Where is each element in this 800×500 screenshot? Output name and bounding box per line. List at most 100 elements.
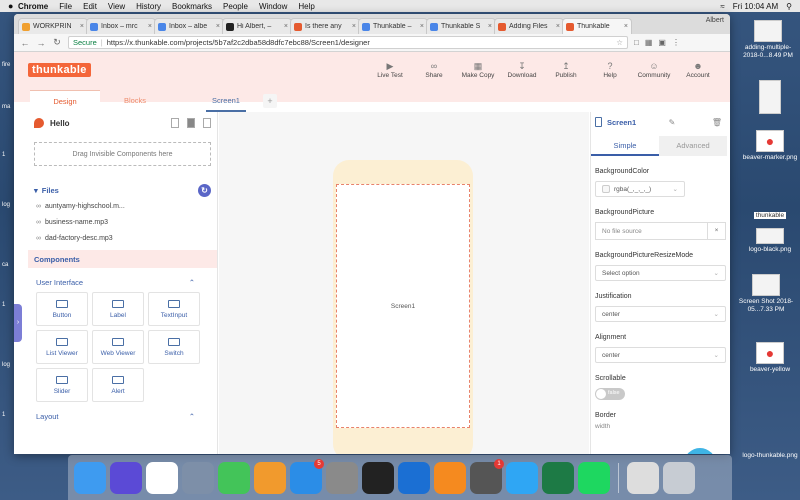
dock-app-store-icon[interactable]: 5 (290, 458, 324, 494)
menu-window[interactable]: Window (259, 2, 287, 11)
forward-icon[interactable]: → (36, 38, 46, 48)
wifi-icon[interactable]: ≈ (720, 2, 724, 11)
close-icon[interactable]: × (80, 23, 84, 30)
color-picker[interactable]: rgba(_,_,_,_) ⌄ (595, 181, 685, 197)
files-header[interactable]: ▾ Files ↻ (28, 182, 217, 198)
dock-finder-icon[interactable] (74, 461, 106, 494)
resize-mode-select[interactable]: Select option ⌄ (595, 265, 726, 281)
account-button[interactable]: ☻ Account (676, 60, 720, 79)
publish-button[interactable]: ↥ Publish (544, 60, 588, 79)
phone-icon[interactable] (187, 118, 195, 128)
tab-design[interactable]: Design (30, 90, 100, 112)
menu-view[interactable]: View (108, 2, 125, 11)
tablet-icon[interactable] (171, 118, 179, 128)
screen-preview[interactable]: Screen1 (336, 184, 470, 428)
trash-icon[interactable]: 🗑 (712, 118, 722, 127)
desktop-file-small[interactable] (755, 80, 785, 116)
category-user-interface[interactable]: User Interface ⌃ (28, 272, 217, 292)
tab-screen1[interactable]: Screen1 (206, 90, 246, 112)
close-icon[interactable]: × (148, 23, 152, 30)
browser-tab[interactable]: Inbox – mrc × (86, 18, 156, 34)
dock-excel-icon[interactable] (542, 461, 574, 494)
reload-icon[interactable]: ↻ (52, 37, 62, 48)
extension-icon[interactable]: ▦ (645, 38, 653, 47)
thunkable-logo[interactable]: thunkable (28, 63, 91, 77)
dock-system-preferences-icon[interactable] (326, 461, 358, 494)
alignment-select[interactable]: center ⌄ (595, 347, 726, 363)
address-bar[interactable]: Secure | https://x.thunkable.com/project… (68, 36, 628, 49)
menu-people[interactable]: People (223, 2, 248, 11)
clear-icon[interactable]: × (707, 222, 725, 240)
component-alert[interactable]: Alert (92, 368, 144, 402)
browser-tab[interactable]: Thunkable S × (426, 18, 496, 34)
spotlight-icon[interactable]: ⚲ (786, 2, 792, 11)
menu-dots-icon[interactable]: ⋮ (672, 38, 680, 47)
component-textinput[interactable]: TextInput (148, 292, 200, 326)
share-button[interactable]: ∞ Share (412, 60, 456, 79)
menu-chrome[interactable]: Chrome (18, 2, 48, 11)
close-icon[interactable]: × (420, 23, 424, 30)
live-test-button[interactable]: ▶ Live Test (368, 60, 412, 79)
browser-tab[interactable]: Adding Files × (494, 18, 564, 34)
back-icon[interactable]: ← (20, 38, 30, 48)
component-web-viewer[interactable]: Web Viewer (92, 330, 144, 364)
community-button[interactable]: ☺ Community (632, 60, 676, 79)
desktop-file-thunkable[interactable]: thunkable (742, 212, 798, 220)
bookmark-star-icon[interactable]: ☆ (616, 38, 623, 47)
dock-quicktime-icon[interactable] (398, 461, 430, 494)
component-switch[interactable]: Switch (148, 330, 200, 364)
dock-activity-monitor-icon[interactable] (362, 461, 394, 494)
close-icon[interactable]: × (488, 23, 492, 30)
add-file-button[interactable]: ↻ (198, 183, 211, 197)
dock-sublime-icon[interactable] (434, 461, 466, 494)
chrome-profile[interactable]: Albert (706, 17, 724, 24)
desktop-file-logo-black[interactable]: logo-black.png (742, 228, 798, 254)
close-icon[interactable]: × (624, 23, 628, 30)
desktop-file-beaver-marker[interactable]: ● beaver-marker.png (742, 130, 798, 162)
menu-edit[interactable]: Edit (83, 2, 97, 11)
dock-launchpad-icon[interactable] (182, 461, 214, 494)
component-list-viewer[interactable]: List Viewer (36, 330, 88, 364)
dock-books-icon[interactable] (254, 461, 286, 494)
extension-icon[interactable]: ▣ (658, 38, 666, 47)
dock-chrome-icon[interactable] (146, 461, 178, 494)
component-button[interactable]: Button (36, 292, 88, 326)
menu-bookmarks[interactable]: Bookmarks (172, 2, 212, 11)
menu-file[interactable]: File (59, 2, 72, 11)
tab-advanced[interactable]: Advanced (659, 136, 727, 156)
close-icon[interactable]: × (284, 23, 288, 30)
extension-icon[interactable]: □ (634, 38, 639, 47)
browser-tab[interactable]: Thunkable – × (358, 18, 428, 34)
browser-tab[interactable]: Is there any × (290, 18, 360, 34)
dock-spotify-icon[interactable] (578, 461, 610, 494)
file-item[interactable]: ∞ auntyamy-highschool.m... (28, 198, 217, 214)
scrollable-toggle[interactable]: false (595, 388, 625, 400)
component-label[interactable]: Label (92, 292, 144, 326)
menu-history[interactable]: History (136, 2, 161, 11)
browser-tab[interactable]: Inbox – albe × (154, 18, 224, 34)
help-button[interactable]: ? Help (588, 60, 632, 79)
add-screen-button[interactable]: + (263, 94, 277, 108)
browser-tab[interactable]: Hi Albert, – × (222, 18, 292, 34)
dock-preview-icon[interactable] (627, 461, 659, 494)
browser-tab[interactable]: WORKPRIN × (18, 18, 88, 34)
justification-select[interactable]: center ⌄ (595, 306, 726, 322)
dock-trash-icon[interactable] (663, 461, 695, 494)
clock[interactable]: Fri 10:04 AM (733, 2, 778, 11)
component-slider[interactable]: Slider (36, 368, 88, 402)
menu-help[interactable]: Help (298, 2, 314, 11)
category-layout[interactable]: Layout ⌃ (28, 406, 217, 426)
close-icon[interactable]: × (216, 23, 220, 30)
dock-facetime-icon[interactable] (218, 461, 250, 494)
close-icon[interactable]: × (556, 23, 560, 30)
edit-icon[interactable]: ✎ (669, 118, 676, 127)
close-icon[interactable]: × (352, 23, 356, 30)
drawer-toggle[interactable]: › (14, 304, 22, 342)
desktop-file-logo-thunkable[interactable]: logo-thunkable.png (742, 452, 798, 460)
dock-siri-icon[interactable] (110, 461, 142, 494)
project-name[interactable]: Hello (50, 119, 70, 128)
desktop-file-screenshot-2[interactable]: Screen Shot 2018-05...7.33 PM (738, 274, 794, 314)
file-item[interactable]: ∞ dad-factory-desc.mp3 (28, 230, 217, 246)
picture-source-select[interactable]: No file source × (595, 222, 726, 240)
file-item[interactable]: ∞ business-name.mp3 (28, 214, 217, 230)
